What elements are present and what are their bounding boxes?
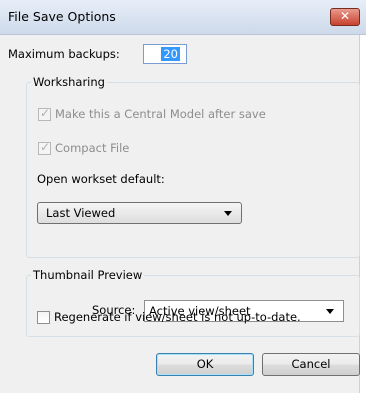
worksharing-legend: Worksharing: [31, 75, 107, 89]
regenerate-checkbox[interactable]: [37, 311, 50, 324]
regenerate-label: Regenerate if view/sheet is not up-to-da…: [54, 310, 301, 324]
dialog-body: Maximum backups: 20 Worksharing ✓ Make t…: [0, 35, 360, 393]
maximum-backups-label: Maximum backups:: [8, 47, 120, 61]
check-icon: ✓: [40, 140, 51, 154]
maximum-backups-input[interactable]: 20: [143, 44, 187, 64]
open-workset-default-dropdown[interactable]: Last Viewed: [37, 202, 242, 224]
dialog-title: File Save Options: [8, 9, 116, 24]
chevron-down-icon: [224, 211, 232, 216]
compact-file-label: Compact File: [55, 141, 130, 155]
central-model-checkbox[interactable]: ✓: [38, 106, 51, 121]
maximum-backups-value: 20: [161, 47, 180, 61]
thumbnail-preview-group: Thumbnail Preview Source: Active view/sh…: [26, 268, 360, 337]
open-workset-default-label: Open workset default:: [37, 172, 165, 186]
cancel-button[interactable]: Cancel: [262, 353, 360, 376]
thumbnail-preview-legend: Thumbnail Preview: [31, 268, 145, 282]
open-workset-default-value: Last Viewed: [46, 206, 116, 220]
chevron-down-icon: [326, 309, 334, 314]
central-model-label: Make this a Central Model after save: [55, 107, 266, 121]
compact-file-checkbox[interactable]: ✓: [38, 140, 51, 155]
title-bar: File Save Options ✕: [0, 0, 366, 35]
close-icon: ✕: [339, 9, 351, 23]
close-button[interactable]: ✕: [330, 8, 360, 26]
file-save-options-dialog: File Save Options ✕ Maximum backups: 20 …: [0, 0, 366, 393]
ok-button[interactable]: OK: [156, 353, 254, 376]
check-icon: ✓: [40, 106, 51, 120]
window-edge: [360, 35, 366, 393]
worksharing-group: Worksharing ✓ Make this a Central Model …: [26, 75, 360, 258]
